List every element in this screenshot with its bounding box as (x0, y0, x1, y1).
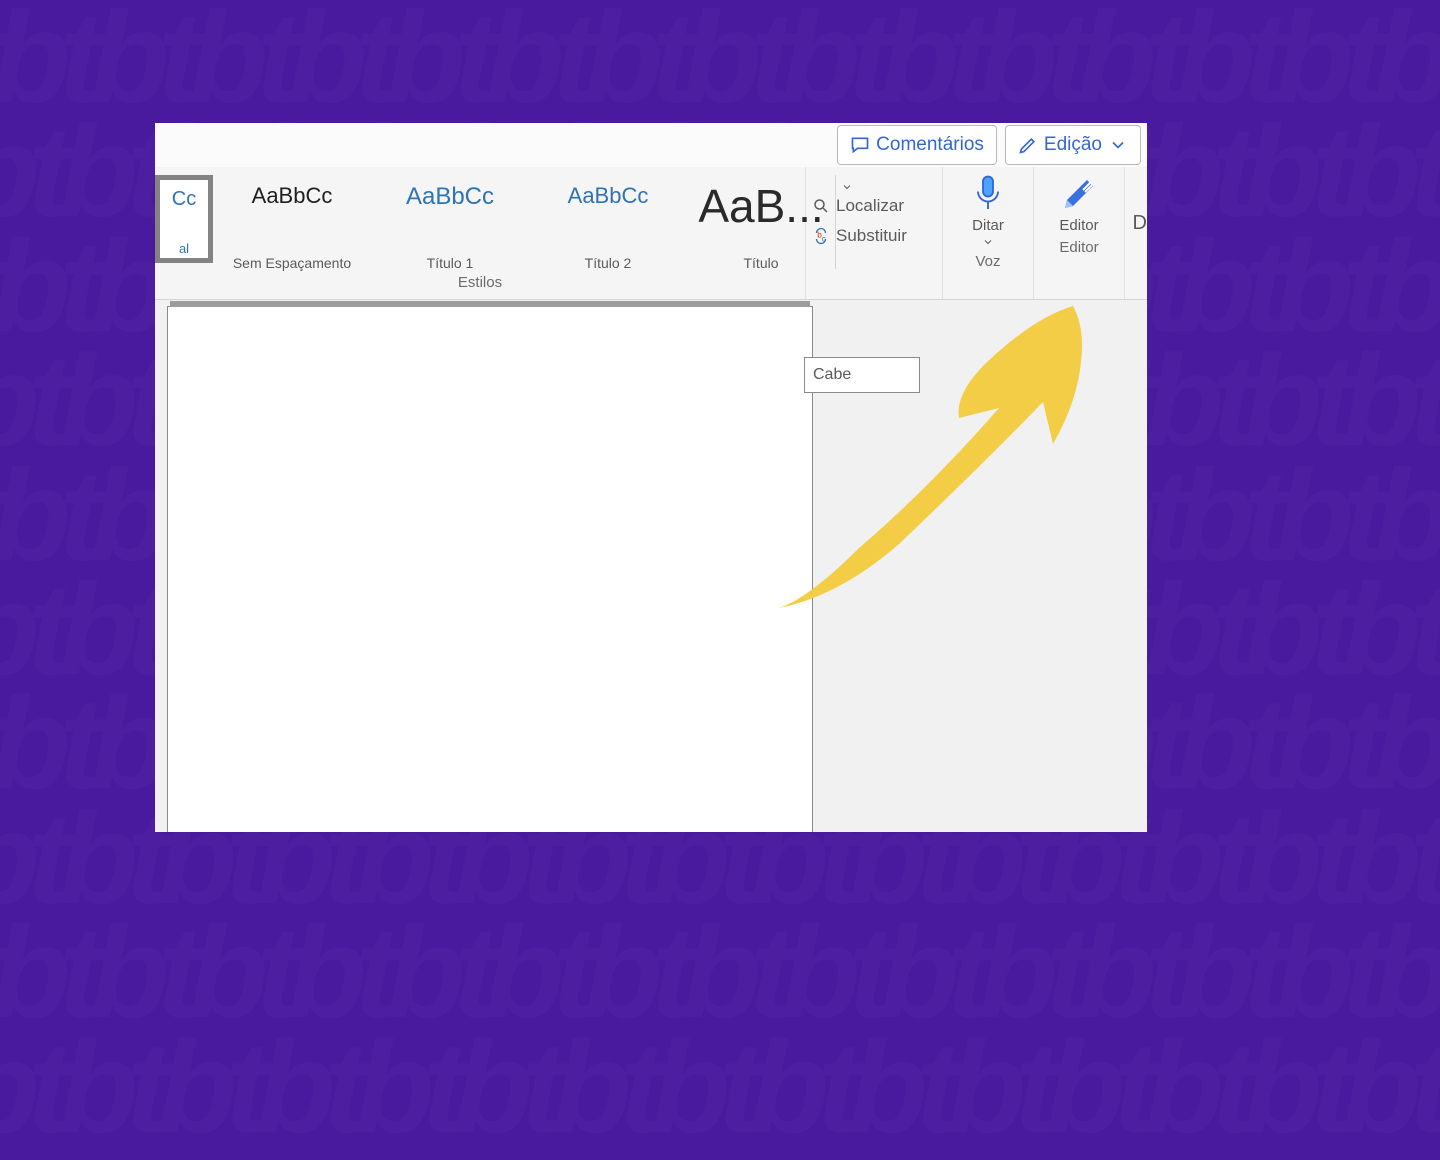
title-toolbar: Comentários Edição (155, 123, 1147, 167)
editor-label: Editor (1059, 217, 1098, 234)
style-sample: Cc (172, 188, 196, 211)
dictate-label: Ditar (972, 217, 1004, 234)
pencil-icon (1018, 135, 1038, 155)
svg-text:c: c (822, 234, 826, 243)
style-name: Título 2 (585, 255, 632, 271)
find-button[interactable]: Localizar (812, 196, 936, 216)
styles-group-label: Estilos (155, 275, 805, 299)
styles-group: Cc al AaBbCc Sem Espaçamento AaBbCc Títu… (155, 167, 806, 299)
editing-group-label (806, 275, 942, 299)
find-label: Localizar (836, 196, 904, 216)
microphone-icon (968, 173, 1008, 215)
editor-group-label: Editor (1059, 240, 1098, 264)
style-no-spacing[interactable]: AaBbCc Sem Espaçamento (213, 175, 371, 273)
style-sample: AaBbCc (406, 183, 494, 211)
style-sample: AaBbCc (568, 183, 649, 209)
voice-group-label: Voz (975, 254, 1000, 278)
style-sample: AaB... (698, 183, 823, 229)
dictate-button[interactable]: Ditar (964, 167, 1012, 254)
style-name: Título 1 (427, 255, 474, 271)
editor-group: Editor Editor (1034, 167, 1125, 299)
replace-icon: b c (812, 227, 830, 245)
ribbon: Cc al AaBbCc Sem Espaçamento AaBbCc Títu… (155, 167, 1147, 300)
header-section-tag[interactable]: Cabe (804, 357, 920, 393)
replace-label: Substituir (836, 226, 907, 246)
comments-label: Comentários (876, 134, 984, 156)
document-area: Cabe (155, 300, 1147, 832)
voice-group: Ditar Voz (943, 167, 1034, 299)
editor-button[interactable]: Editor (1055, 167, 1103, 240)
replace-button[interactable]: b c Substituir (812, 226, 936, 246)
document-page[interactable]: Cabe (167, 306, 813, 832)
styles-gallery: Cc al AaBbCc Sem Espaçamento AaBbCc Títu… (155, 169, 858, 273)
edit-mode-label: Edição (1044, 134, 1102, 156)
chevron-down-icon (982, 236, 994, 248)
edit-mode-button[interactable]: Edição (1005, 125, 1141, 165)
comments-button[interactable]: Comentários (837, 125, 997, 165)
partial-group-right: D (1129, 191, 1147, 255)
chevron-down-icon (1108, 135, 1128, 155)
word-window: Comentários Edição Cc al AaBbCc Sem Espa… (155, 123, 1147, 832)
editing-group: Localizar b c Substituir (806, 167, 943, 299)
style-sample: AaBbCc (252, 183, 333, 209)
style-heading2[interactable]: AaBbCc Título 2 (529, 175, 687, 273)
header-tag-label: Cabe (813, 366, 851, 384)
style-normal[interactable]: Cc al (155, 175, 213, 263)
style-name: Sem Espaçamento (233, 255, 351, 271)
style-name: al (179, 241, 189, 256)
search-icon (812, 197, 830, 215)
style-name: Título (743, 255, 778, 271)
editor-pen-icon (1059, 173, 1099, 215)
style-heading1[interactable]: AaBbCc Título 1 (371, 175, 529, 273)
comment-icon (850, 135, 870, 155)
